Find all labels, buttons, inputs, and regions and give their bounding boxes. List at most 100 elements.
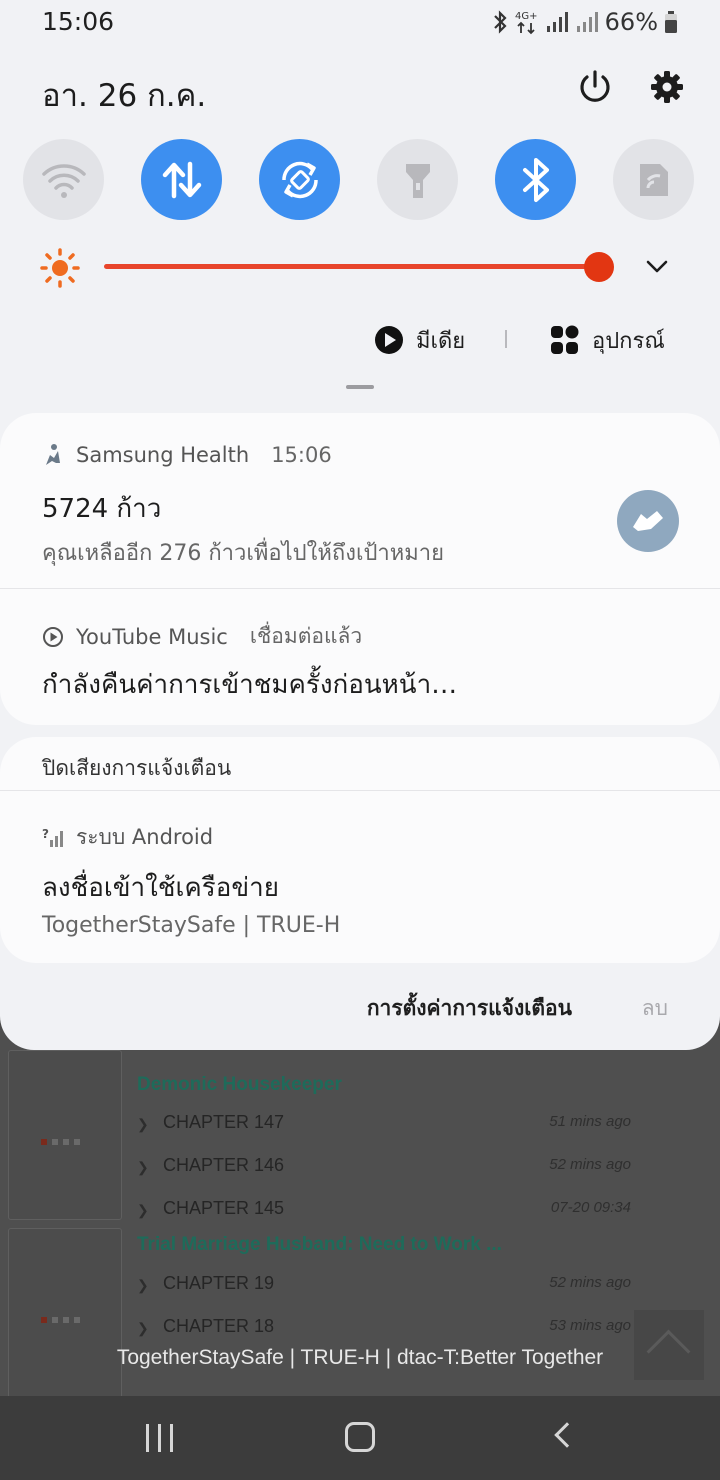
settings-button[interactable] xyxy=(648,68,686,106)
notification-header: ? ระบบ Android xyxy=(42,821,213,854)
chevron-right-icon: ❯ xyxy=(137,1202,149,1218)
chapter-time: 07-20 09:34 xyxy=(550,1199,631,1216)
mobile-data-icon xyxy=(162,161,201,198)
chapter-name: CHAPTER 18 xyxy=(163,1316,275,1336)
manga-title: Demonic Housekeeper xyxy=(137,1074,342,1095)
battery-percent: 66% xyxy=(604,8,658,36)
recents-button[interactable] xyxy=(130,1418,190,1458)
manga-entry: Trial Marriage Husband: Need to Work ...… xyxy=(8,1228,648,1396)
manga-thumbnail xyxy=(8,1050,122,1220)
date-label: อา. 26 ก.ค. xyxy=(42,78,207,114)
chapter-row: ❯ CHAPTER 145 07-20 09:34 xyxy=(137,1198,637,1228)
notification-text: TogetherStaySafe | TRUE-H xyxy=(42,913,341,938)
flashlight-tile[interactable] xyxy=(377,139,458,220)
samsung-health-icon xyxy=(46,444,60,465)
wifi-icon xyxy=(41,163,86,198)
silent-notifications-card: ปิดเสียงการแจ้งเตือน ? ระบบ Android ลงชื… xyxy=(0,737,720,963)
chevron-right-icon: ❯ xyxy=(137,1320,149,1336)
chapter-name: CHAPTER 147 xyxy=(163,1112,285,1132)
app-name: Samsung Health xyxy=(76,443,250,467)
notification-text: คุณเหลืออีก 276 ก้าวเพื่อไปให้ถึงเป้าหมา… xyxy=(42,541,445,566)
status-icons: 4G+ 66% xyxy=(491,8,678,36)
signal-icon xyxy=(546,12,568,32)
manga-thumbnail xyxy=(8,1228,122,1396)
manga-entry: Demonic Housekeeper ❯ CHAPTER 147 51 min… xyxy=(8,1050,648,1220)
chapter-row: ❯ CHAPTER 146 52 mins ago xyxy=(137,1155,637,1185)
divider xyxy=(505,330,507,348)
notification-time: 15:06 xyxy=(271,443,332,467)
clear-button[interactable]: ลบ xyxy=(642,992,668,1025)
devices-button[interactable]: อุปกรณ์ xyxy=(550,322,665,358)
notification-actions: การตั้งค่าการแจ้งเตือน ลบ xyxy=(0,990,720,1030)
chapter-name: CHAPTER 19 xyxy=(163,1273,275,1293)
notification-title: กำลังคืนค่าการเข้าชมครั้งก่อนหน้า… xyxy=(42,670,458,700)
chapter-time: 51 mins ago xyxy=(549,1113,631,1130)
background-app: Demonic Housekeeper ❯ CHAPTER 147 51 min… xyxy=(0,1030,720,1396)
brightness-icon xyxy=(40,248,80,288)
media-label: มีเดีย xyxy=(416,328,466,354)
notification-settings-button[interactable]: การตั้งค่าการแจ้งเตือน xyxy=(367,992,572,1025)
power-button[interactable] xyxy=(576,68,614,106)
chapter-row: ❯ CHAPTER 147 51 mins ago xyxy=(137,1112,637,1142)
shoe-icon xyxy=(617,490,679,552)
expand-panel-button[interactable] xyxy=(644,256,670,278)
app-name: YouTube Music xyxy=(76,624,228,649)
navigation-bar xyxy=(0,1396,720,1480)
bluetooth-icon xyxy=(522,157,549,202)
chevron-right-icon: ❯ xyxy=(137,1116,149,1132)
youtube-music-icon xyxy=(43,626,63,647)
wifi-tile[interactable] xyxy=(23,139,104,220)
notification-shade: 15:06 4G+ 66% อา. 26 ก.ค. มีเดีย อุปกรณ์… xyxy=(0,0,720,1050)
chapter-name: CHAPTER 146 xyxy=(163,1155,285,1175)
chapter-time: 52 mins ago xyxy=(549,1274,631,1291)
flashlight-icon xyxy=(405,163,430,198)
auto-rotate-tile[interactable] xyxy=(259,139,340,220)
play-icon xyxy=(375,326,403,354)
rotate-icon xyxy=(281,161,318,198)
gear-icon xyxy=(651,71,683,103)
battery-icon xyxy=(665,11,677,33)
nfc-tile[interactable] xyxy=(613,139,694,220)
samsung-health-notification[interactable]: Samsung Health 15:06 5724 ก้าว คุณเหลืออ… xyxy=(0,413,720,588)
power-icon xyxy=(580,70,610,102)
devices-label: อุปกรณ์ xyxy=(592,328,665,354)
carrier-label: TogetherStaySafe | TRUE-H | dtac-T:Bette… xyxy=(116,1346,604,1369)
chevron-right-icon: ❯ xyxy=(137,1159,149,1175)
status-bar: 15:06 4G+ 66% xyxy=(0,0,720,44)
app-name: ระบบ Android xyxy=(76,825,214,849)
youtube-music-notification[interactable]: YouTube Music เชื่อมต่อแล้ว กำลังคืนค่าก… xyxy=(0,589,720,725)
status-time: 15:06 xyxy=(42,7,115,36)
bluetooth-status-icon xyxy=(493,10,507,34)
chapter-row: ❯ CHAPTER 19 52 mins ago xyxy=(137,1273,637,1303)
home-button[interactable] xyxy=(330,1418,390,1458)
chevron-right-icon: ❯ xyxy=(137,1277,149,1293)
notification-card: Samsung Health 15:06 5724 ก้าว คุณเหลืออ… xyxy=(0,413,720,725)
media-output-button[interactable]: มีเดีย xyxy=(374,322,465,358)
android-system-notification[interactable]: ? ระบบ Android ลงชื่อเข้าใช้เครือข่าย To… xyxy=(0,791,720,963)
notification-title: ลงชื่อเข้าใช้เครือข่าย xyxy=(42,873,279,903)
back-button[interactable] xyxy=(532,1418,592,1458)
drag-handle[interactable] xyxy=(346,385,374,389)
signal-secondary-icon xyxy=(576,12,598,32)
notification-header: YouTube Music เชื่อมต่อแล้ว xyxy=(42,620,362,653)
mobile-data-tile[interactable] xyxy=(141,139,222,220)
chevron-down-icon xyxy=(646,260,668,273)
signal-question-icon: ? xyxy=(42,827,63,847)
bluetooth-tile[interactable] xyxy=(495,139,576,220)
chapter-row: ❯ CHAPTER 18 53 mins ago xyxy=(137,1316,637,1346)
manga-title: Trial Marriage Husband: Need to Work ... xyxy=(137,1234,502,1255)
nfc-icon xyxy=(639,163,668,196)
devices-grid-icon xyxy=(551,325,579,354)
network-4g-icon: 4G+ xyxy=(515,11,538,35)
chapter-time: 53 mins ago xyxy=(549,1317,631,1334)
brightness-slider-track[interactable] xyxy=(104,264,600,269)
notification-title: 5724 ก้าว xyxy=(42,494,162,524)
svg-text:?: ? xyxy=(42,827,49,841)
silent-section-header: ปิดเสียงการแจ้งเตือน xyxy=(42,756,232,780)
svg-text:4G+: 4G+ xyxy=(515,11,538,22)
chapter-name: CHAPTER 145 xyxy=(163,1198,285,1218)
brightness-slider-thumb[interactable] xyxy=(584,252,614,282)
connection-status: เชื่อมต่อแล้ว xyxy=(249,624,363,648)
notification-header: Samsung Health 15:06 xyxy=(42,443,332,467)
chapter-time: 52 mins ago xyxy=(549,1156,631,1173)
